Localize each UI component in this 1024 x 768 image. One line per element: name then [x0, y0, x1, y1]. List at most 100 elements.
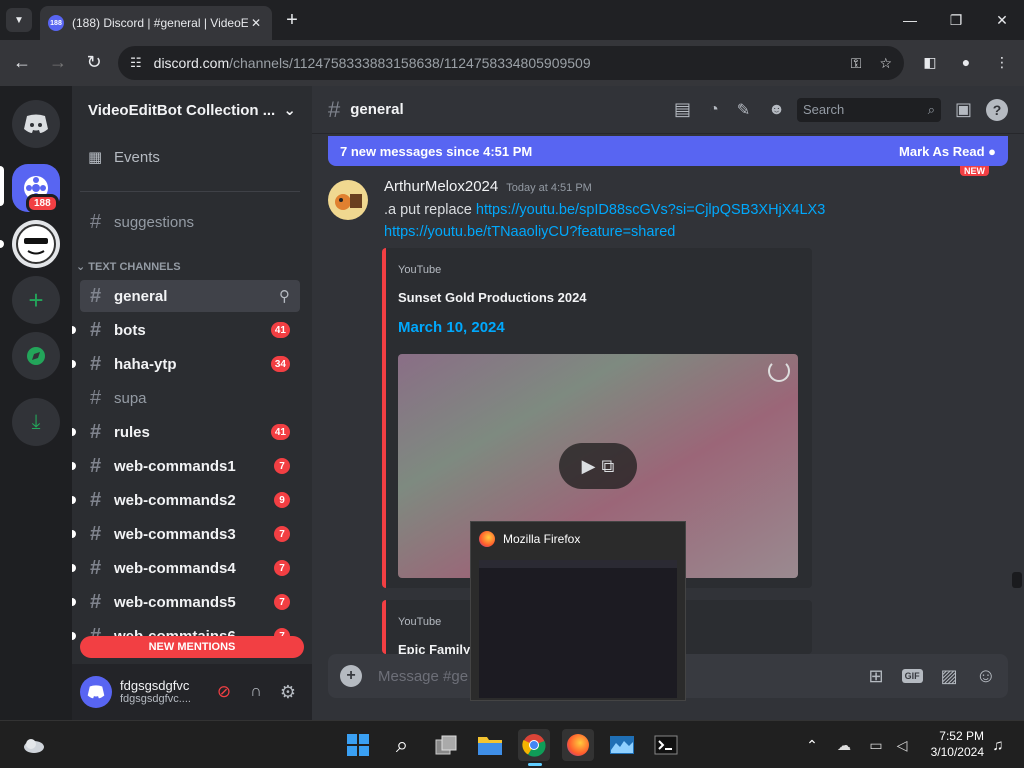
mention-count: 7 [274, 594, 290, 610]
user-panel: fdgsgsdgfvc fdgsgsdgfvc.... ⊘ ∩ ⚙ [72, 664, 312, 720]
pin-icon[interactable]: ✎ [737, 100, 750, 120]
channel-suggestions[interactable]: # suggestions [80, 206, 300, 238]
mention-count: 41 [270, 322, 290, 338]
maximize-button[interactable]: ❐ [942, 6, 970, 34]
close-window-button[interactable]: ✕ [988, 6, 1016, 34]
member-list-icon[interactable]: ☻ [768, 101, 785, 119]
channel-rules[interactable]: # rules 41 [72, 416, 300, 448]
embed-provider: YouTube [398, 264, 442, 276]
bookmark-star-icon[interactable]: ☆ [879, 55, 892, 72]
channel-web-commands1[interactable]: # web-commands1 7 [72, 450, 300, 482]
new-mentions-button[interactable]: NEW MENTIONS [80, 636, 304, 658]
explore-servers-icon[interactable] [12, 332, 60, 380]
back-icon[interactable]: ← [10, 50, 34, 74]
new-tab-button[interactable]: + [282, 8, 302, 32]
terminal-icon[interactable] [650, 729, 682, 761]
mention-count: 41 [270, 424, 290, 440]
discord-home-icon[interactable] [12, 100, 60, 148]
username: fdgsgsdgfvc [120, 677, 190, 693]
menu-kebab-icon[interactable]: ⋮ [990, 50, 1014, 74]
mention-count: 7 [274, 560, 290, 576]
channel-supa[interactable]: # supa [80, 382, 300, 414]
headphones-icon[interactable]: ∩ [240, 683, 272, 701]
chrome-active-indicator [528, 763, 542, 766]
meme-server-icon[interactable] [12, 220, 60, 268]
notification-bell-icon[interactable]: ♫ [982, 729, 1014, 761]
close-tab-icon[interactable]: ✕ [248, 16, 264, 30]
weather-icon[interactable] [18, 729, 50, 761]
youtube-link-2[interactable]: https://youtu.be/tTNaaoliyCU?feature=sha… [384, 224, 675, 240]
volume-muted-icon[interactable]: ◁ [886, 729, 918, 761]
channel-general[interactable]: # general ⚲ [80, 280, 300, 312]
server-header[interactable]: VideoEditBot Collection ... ⌄ [72, 86, 312, 134]
avatar[interactable] [80, 676, 112, 708]
url-bar[interactable]: ☷ discord.com/channels/11247583338831586… [118, 46, 904, 80]
channel-web-commands4[interactable]: # web-commands4 7 [72, 552, 300, 584]
search-input[interactable]: Search ⌕ [796, 97, 941, 122]
mute-microphone-icon[interactable]: ⊘ [208, 682, 240, 702]
settings-gear-icon[interactable]: ⚙ [272, 682, 304, 703]
hash-icon: # [90, 386, 102, 409]
tray-chevron-up-icon[interactable]: ⌃ [796, 729, 828, 761]
channel-web-commands3[interactable]: # web-commands3 7 [72, 518, 300, 550]
profile-icon[interactable]: ● [954, 50, 978, 74]
minimize-button[interactable]: — [896, 6, 924, 34]
forward-icon[interactable]: → [46, 50, 70, 74]
youtube-link-1[interactable]: https://youtu.be/spID88scGVs?si=CjlpQSB3… [476, 202, 825, 218]
unread-indicator [72, 462, 76, 470]
add-server-icon[interactable]: + [12, 276, 60, 324]
file-explorer-icon[interactable] [474, 729, 506, 761]
site-info-icon[interactable]: ☷ [130, 55, 142, 71]
inbox-icon[interactable]: ▣ [955, 99, 972, 120]
threads-icon[interactable]: ▤ [674, 99, 691, 120]
user-tag: fdgsgsdgfvc.... [120, 693, 191, 706]
help-icon[interactable]: ? [986, 98, 1008, 121]
sidepanel-icon[interactable]: ◧ [918, 50, 942, 74]
channel-bots[interactable]: # bots 41 [72, 314, 300, 346]
new-messages-banner[interactable]: 7 new messages since 4:51 PM Mark As Rea… [328, 136, 1008, 166]
firefox-taskbar-preview[interactable]: Mozilla Firefox [470, 521, 686, 701]
monitor-app-icon[interactable] [606, 729, 638, 761]
mention-count: 7 [274, 458, 290, 474]
chrome-icon[interactable] [518, 729, 550, 761]
embed-title[interactable]: March 10, 2024 [398, 319, 505, 336]
search-placeholder: Search [802, 102, 845, 117]
channel-haha-ytp[interactable]: # haha-ytp 34 [72, 348, 300, 380]
invite-member-icon[interactable]: ⚲ [279, 287, 290, 305]
url-path: /channels/1124758333883158638/1124758334… [229, 55, 591, 71]
upload-plus-icon[interactable]: + [340, 665, 362, 687]
gif-button[interactable]: GIF [901, 669, 923, 683]
cloud-offline-icon[interactable]: ☁ [828, 729, 860, 761]
password-key-icon[interactable]: ⚿ [851, 55, 862, 72]
sticker-icon[interactable]: ▨ [941, 666, 958, 687]
unread-server-pill [0, 240, 4, 248]
text-channels-category[interactable]: ⌄ TEXT CHANNELS [76, 260, 181, 273]
tab-search-button[interactable]: ▼ [6, 8, 32, 32]
notification-bell-icon[interactable]: ◔ [709, 101, 719, 119]
search-icon[interactable]: ⌕ [386, 729, 418, 761]
server-name: VideoEditBot Collection ... [88, 101, 276, 119]
scrollbar-thumb[interactable] [1012, 572, 1022, 588]
start-windows-icon[interactable] [342, 729, 374, 761]
gift-icon[interactable]: ⊞ [868, 666, 883, 687]
message-author[interactable]: ArthurMelox2024 [384, 178, 498, 195]
mark-as-read-button[interactable]: Mark As Read ● [899, 144, 996, 159]
task-view-icon[interactable] [430, 729, 462, 761]
hash-icon: # [90, 352, 102, 375]
firefox-icon[interactable] [562, 729, 594, 761]
system-clock[interactable]: 7:52 PM 3/10/2024 [916, 728, 984, 760]
embed-author[interactable]: Sunset Gold Productions 2024 [398, 290, 587, 305]
play-button[interactable]: ▶ ⧉ [559, 443, 637, 489]
loading-spinner-icon [768, 360, 790, 382]
download-apps-icon[interactable]: ⤓ [12, 398, 60, 446]
url-domain: discord.com [153, 55, 230, 71]
preview-title: Mozilla Firefox [503, 532, 581, 546]
reload-icon[interactable]: ↻ [82, 50, 106, 74]
channel-web-commands5[interactable]: # web-commands5 7 [72, 586, 300, 618]
play-icon: ▶ [581, 455, 596, 476]
channel-web-commands2[interactable]: # web-commands2 9 [72, 484, 300, 516]
author-avatar[interactable] [328, 180, 368, 220]
emoji-icon[interactable]: ☺ [976, 665, 996, 688]
browser-tab[interactable]: 188 (188) Discord | #general | VideoEdit… [40, 6, 272, 40]
events-item[interactable]: ▦ Events [88, 148, 160, 167]
